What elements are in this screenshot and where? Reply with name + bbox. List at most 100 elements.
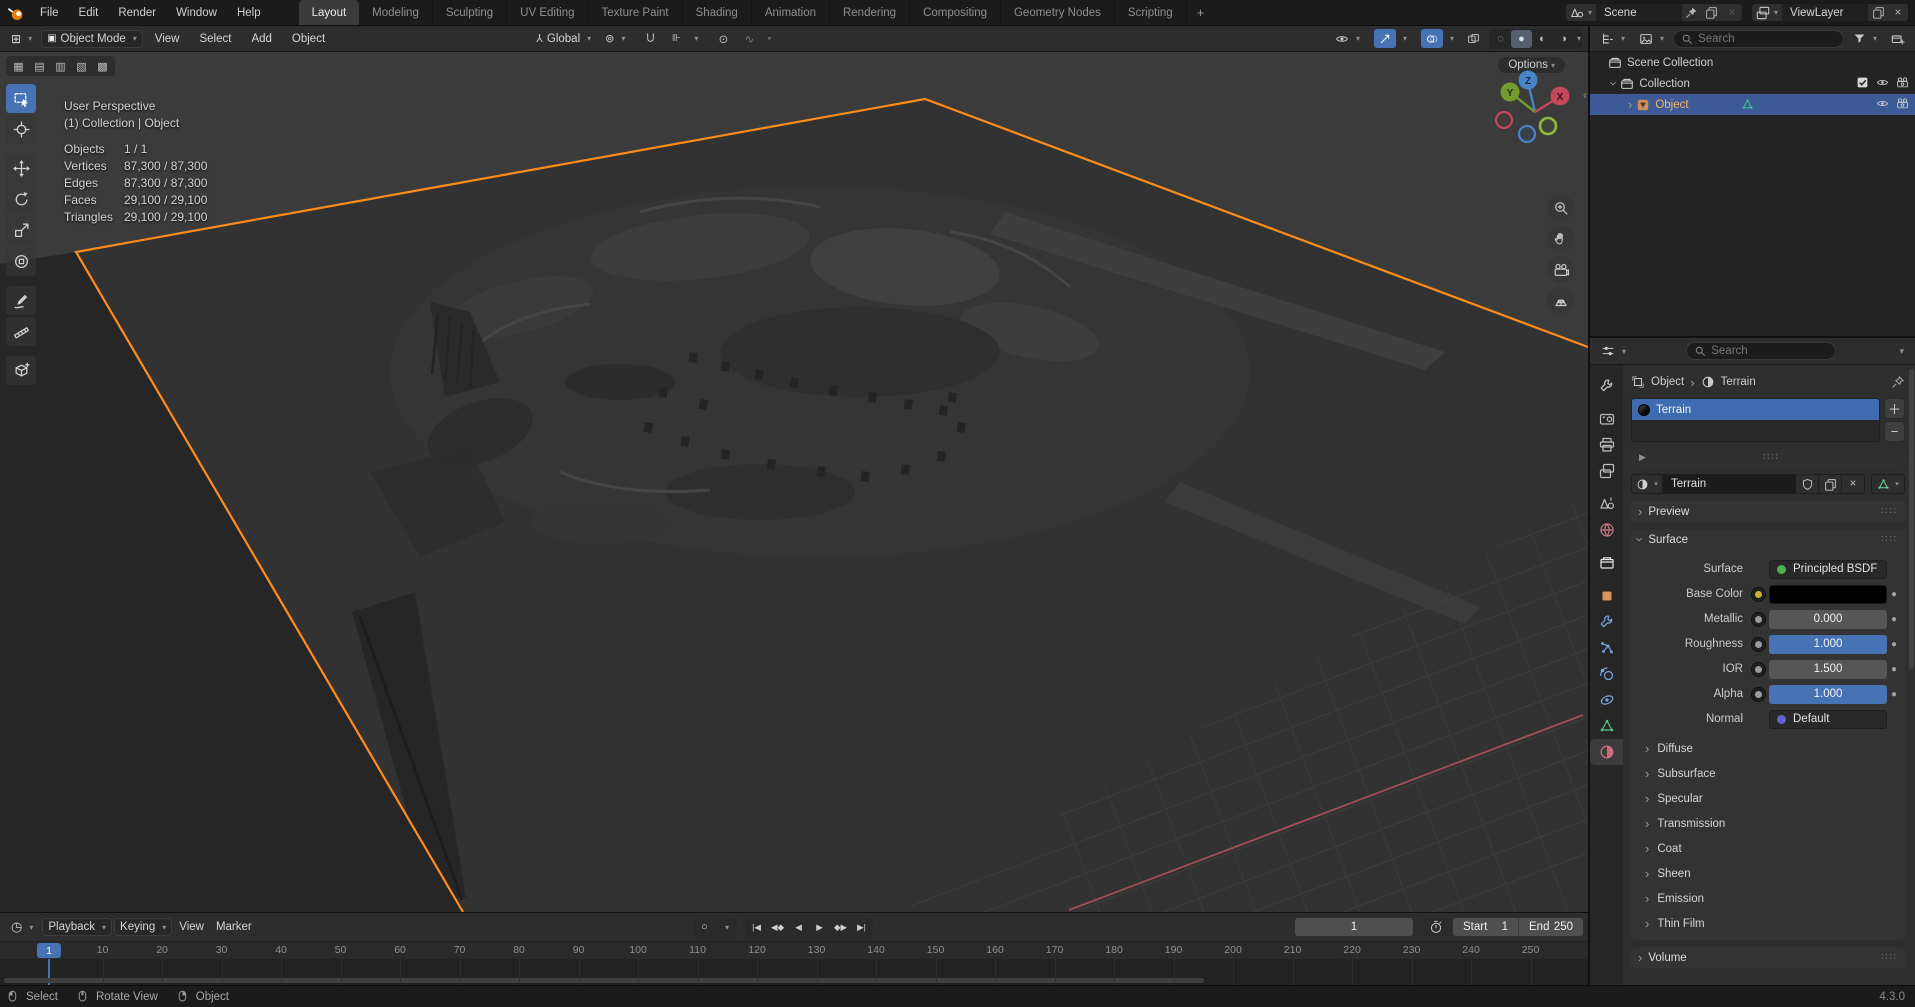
properties-options-dropdown[interactable]: ▾ xyxy=(1891,344,1909,359)
shading-solid-toggle[interactable]: ● xyxy=(1511,30,1532,48)
surface-subsection-thin-film[interactable]: ›Thin Film xyxy=(1631,911,1905,936)
workspace-tab-animation[interactable]: Animation xyxy=(752,0,830,25)
properties-tab-modifiers[interactable] xyxy=(1590,609,1623,635)
properties-tab-physics[interactable] xyxy=(1590,661,1623,687)
normal-menu[interactable]: Default xyxy=(1769,710,1887,729)
unlink-material-icon[interactable]: × xyxy=(1842,474,1865,494)
tool-move-button[interactable] xyxy=(6,154,36,183)
viewport-menu-view[interactable]: View xyxy=(147,33,188,45)
scene-copy-icon[interactable] xyxy=(1702,4,1722,21)
viewlayer-selector[interactable]: ▾ ViewLayer × xyxy=(1751,3,1909,22)
viewport-menu-select[interactable]: Select xyxy=(191,33,239,45)
properties-tab-scene[interactable] xyxy=(1590,491,1623,517)
add-material-slot-button[interactable]: ＋ xyxy=(1884,398,1905,419)
transform-orientation-dropdown[interactable]: ⅄Global▾ xyxy=(531,30,596,47)
next-keyframe-button[interactable]: ◆▶ xyxy=(830,918,851,936)
camera-toggle[interactable] xyxy=(1896,76,1909,92)
node-socket[interactable] xyxy=(1751,662,1766,677)
node-socket[interactable] xyxy=(1751,687,1766,702)
surface-subsection-emission[interactable]: ›Emission xyxy=(1631,886,1905,911)
viewport-toggle-icon-2[interactable]: ▤ xyxy=(30,58,49,74)
roughness-slider[interactable]: 1.000 xyxy=(1769,635,1887,654)
properties-tab-view-layer[interactable] xyxy=(1590,458,1623,484)
outliner-row-collection[interactable]: ›Collection xyxy=(1590,73,1915,94)
breadcrumb-data[interactable]: Terrain xyxy=(1721,376,1756,388)
node-socket[interactable] xyxy=(1751,637,1766,652)
node-socket[interactable] xyxy=(1751,587,1766,602)
timeline-track[interactable] xyxy=(0,959,1588,985)
tool-scale-button[interactable] xyxy=(6,216,36,245)
base-color-swatch[interactable] xyxy=(1769,585,1887,604)
material-slot-list[interactable]: Terrain xyxy=(1631,398,1880,442)
visibility-dropdown[interactable]: ▾ xyxy=(1330,30,1365,48)
frame-end-field[interactable]: End250 xyxy=(1519,918,1583,936)
workspace-tab-shading[interactable]: Shading xyxy=(683,0,752,25)
shading-rendered-toggle[interactable]: ◑ xyxy=(1553,30,1574,48)
alpha-slider[interactable]: 1.000 xyxy=(1769,685,1887,704)
viewport-menu-object[interactable]: Object xyxy=(284,33,333,45)
workspace-tab-scripting[interactable]: Scripting xyxy=(1115,0,1187,25)
show-gizmo-toggle[interactable] xyxy=(1374,29,1396,48)
fake-user-shield-icon[interactable] xyxy=(1796,474,1819,494)
timeline-menu-view[interactable]: View xyxy=(174,918,209,936)
material-link-dropdown[interactable]: ▾ xyxy=(1871,474,1905,494)
editor-type-button[interactable]: ⊞▾ xyxy=(6,30,37,48)
node-socket[interactable] xyxy=(1751,612,1766,627)
navigation-gizmo[interactable]: ZYX xyxy=(1490,60,1580,158)
timeline-scrollbar[interactable] xyxy=(4,978,1204,983)
shading-material-toggle[interactable]: ◐ xyxy=(1532,30,1553,48)
keyframe-decorator[interactable]: ● xyxy=(1887,589,1901,600)
properties-tab-object[interactable] xyxy=(1590,583,1623,609)
keyframe-decorator[interactable]: ● xyxy=(1887,689,1901,700)
metallic-slider[interactable]: 0.000 xyxy=(1769,610,1887,629)
proportional-edit-toggle[interactable]: ⊙ xyxy=(712,29,734,48)
snap-magnet-toggle[interactable] xyxy=(639,29,661,48)
properties-tab-particles[interactable] xyxy=(1590,635,1623,661)
add-workspace-button[interactable]: + xyxy=(1187,5,1215,20)
ior-slider[interactable]: 1.500 xyxy=(1769,660,1887,679)
tool-rotate-button[interactable] xyxy=(6,185,36,214)
keyframe-decorator[interactable]: ● xyxy=(1887,614,1901,625)
camera-toggle[interactable] xyxy=(1896,97,1909,113)
properties-search-input[interactable] xyxy=(1686,342,1836,360)
remove-material-slot-button[interactable]: − xyxy=(1884,421,1905,442)
eye-toggle[interactable] xyxy=(1876,76,1889,92)
pin-icon[interactable] xyxy=(1891,375,1905,389)
viewport-toggle-icon-3[interactable]: ▥ xyxy=(51,58,70,74)
auto-key-dropdown[interactable]: ▾ xyxy=(715,918,736,936)
timeline-menu-keying[interactable]: Keying▾ xyxy=(114,918,172,936)
show-overlays-toggle[interactable] xyxy=(1421,29,1443,48)
surface-menu[interactable]: Principled BSDF xyxy=(1769,560,1887,579)
material-name-field[interactable]: Terrain xyxy=(1663,474,1796,494)
menu-help[interactable]: Help xyxy=(227,0,271,25)
tool-measure-button[interactable] xyxy=(6,317,36,346)
auto-key-toggle[interactable]: ○ xyxy=(694,918,715,936)
workspace-tab-layout[interactable]: Layout xyxy=(299,0,360,25)
menu-edit[interactable]: Edit xyxy=(69,0,109,25)
surface-subsection-diffuse[interactable]: ›Diffuse xyxy=(1631,736,1905,761)
properties-tab-constraints[interactable] xyxy=(1590,687,1623,713)
new-collection-button[interactable] xyxy=(1886,30,1910,48)
viewlayer-copy-icon[interactable] xyxy=(1868,4,1888,21)
pivot-point-dropdown[interactable]: ⊚▾ xyxy=(600,30,630,47)
play-button[interactable]: ▶ xyxy=(809,918,830,936)
workspace-tab-texture-paint[interactable]: Texture Paint xyxy=(589,0,683,25)
xray-toggle[interactable] xyxy=(1463,29,1485,48)
keyframe-decorator[interactable]: ● xyxy=(1887,664,1901,675)
properties-tab-tool[interactable] xyxy=(1590,373,1623,399)
tool-cursor-button[interactable] xyxy=(6,115,36,144)
snap-target-dropdown[interactable]: ⊪ xyxy=(665,29,687,48)
surface-subsection-specular[interactable]: ›Specular xyxy=(1631,786,1905,811)
viewlayer-remove-icon[interactable]: × xyxy=(1888,4,1908,21)
viewport-menu-add[interactable]: Add xyxy=(243,33,279,45)
shading-wireframe-toggle[interactable]: ◌ xyxy=(1490,30,1511,48)
properties-editor-type-button[interactable]: ▾ xyxy=(1596,342,1631,360)
surface-subsection-coat[interactable]: ›Coat xyxy=(1631,836,1905,861)
outliner-filter-button[interactable]: ▾ xyxy=(1848,30,1882,47)
properties-tab-world[interactable] xyxy=(1590,517,1623,543)
surface-subsection-subsurface[interactable]: ›Subsurface xyxy=(1631,761,1905,786)
timeline-menu-playback[interactable]: Playback▾ xyxy=(42,918,112,936)
use-preview-range-toggle[interactable] xyxy=(1424,918,1448,936)
menu-file[interactable]: File xyxy=(30,0,69,25)
scene-icon[interactable]: ▾ xyxy=(1566,4,1596,21)
